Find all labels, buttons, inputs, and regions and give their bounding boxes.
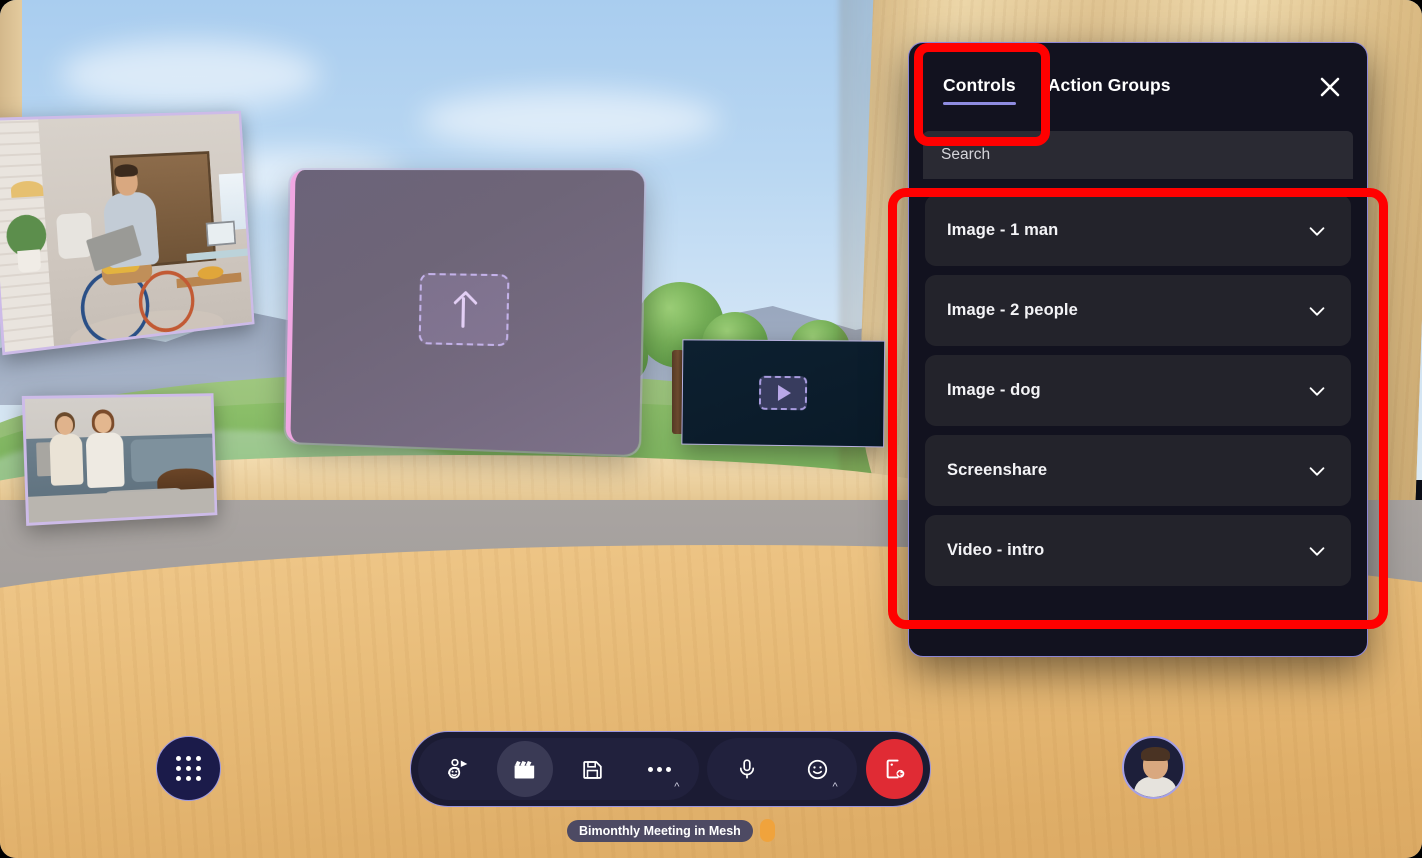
photo-monitor <box>205 220 237 247</box>
chevron-down-icon[interactable] <box>1306 540 1328 562</box>
chevron-down-icon[interactable] <box>1306 300 1328 322</box>
photo-pot <box>17 249 42 273</box>
chevron-down-icon[interactable] <box>1306 380 1328 402</box>
leave-call-icon <box>886 759 904 779</box>
photo-lamp <box>10 180 44 198</box>
more-options-button[interactable]: ^ <box>631 741 687 797</box>
apps-launcher-button[interactable] <box>156 736 221 801</box>
photo-chair <box>55 212 94 260</box>
scene-video-panel[interactable] <box>681 339 886 448</box>
list-item[interactable]: Video - intro <box>925 515 1351 586</box>
list-item-label: Image - dog <box>947 381 1041 399</box>
mesh-controls-panel: Controls Action Groups Search Image - 1 … <box>908 42 1368 657</box>
play-icon <box>777 384 791 402</box>
photo-person-head <box>56 415 74 436</box>
toolbar-group-primary: ^ <box>418 738 700 800</box>
toolbar-group-audio: ^ <box>707 738 858 800</box>
meeting-indicator-badge <box>759 819 775 842</box>
photo-person-hair <box>113 163 139 178</box>
scene-upload-panel[interactable] <box>285 169 645 456</box>
list-item-label: Screenshare <box>947 461 1048 479</box>
list-item[interactable]: Screenshare <box>925 435 1351 506</box>
more-dots-icon <box>647 766 671 772</box>
clapperboard-icon <box>514 760 535 778</box>
save-floppy-icon <box>582 760 602 779</box>
tab-action-groups[interactable]: Action Groups <box>1032 65 1187 110</box>
list-item-label: Image - 1 man <box>947 221 1059 239</box>
controls-list: Image - 1 man Image - 2 people Image - d… <box>925 179 1351 586</box>
list-item-label: Image - 2 people <box>947 301 1078 319</box>
upload-arrow-icon <box>453 291 475 328</box>
chevron-up-icon: ^ <box>674 781 680 793</box>
chevron-up-icon: ^ <box>832 781 838 793</box>
list-item[interactable]: Image - dog <box>925 355 1351 426</box>
list-item[interactable]: Image - 2 people <box>925 275 1351 346</box>
reactions-button[interactable]: ^ <box>790 741 846 797</box>
photo-person-body <box>49 433 84 486</box>
leave-call-button[interactable] <box>866 739 923 799</box>
people-reactions-button[interactable] <box>430 741 486 797</box>
close-icon[interactable] <box>1315 72 1345 102</box>
list-item-label: Video - intro <box>947 541 1045 559</box>
scene-photo-two-people-dog[interactable] <box>21 393 218 526</box>
search-input-wrapper[interactable]: Search <box>923 131 1353 179</box>
avatar-hair <box>1141 747 1170 761</box>
cloud <box>60 40 320 110</box>
chevron-down-icon[interactable] <box>1306 220 1328 242</box>
panel-header: Controls Action Groups <box>909 43 1367 131</box>
cloud <box>420 90 720 150</box>
artifacts-button[interactable] <box>496 741 553 797</box>
search-input[interactable]: Search <box>941 146 990 164</box>
microphone-icon <box>739 759 754 779</box>
meeting-title: Bimonthly Meeting in Mesh <box>567 819 753 842</box>
save-button[interactable] <box>564 741 620 797</box>
microphone-button[interactable] <box>719 741 775 797</box>
upload-dropzone[interactable] <box>418 272 509 347</box>
avatar-body <box>1134 777 1177 797</box>
people-reactions-icon <box>447 758 467 779</box>
tab-controls-label: Controls <box>943 74 1016 95</box>
tab-action-groups-label: Action Groups <box>1047 74 1171 95</box>
video-placeholder[interactable] <box>758 375 807 411</box>
tab-controls[interactable]: Controls <box>927 65 1032 110</box>
grid-apps-icon <box>176 756 201 781</box>
list-item[interactable]: Image - 1 man <box>925 195 1351 266</box>
meeting-status-bar: Bimonthly Meeting in Mesh <box>567 819 775 842</box>
chevron-down-icon[interactable] <box>1306 460 1328 482</box>
emoji-smiley-icon <box>807 759 828 779</box>
scene-photo-man-wheelchair[interactable] <box>0 110 255 356</box>
avatar-button[interactable] <box>1122 736 1185 799</box>
meeting-toolbar: ^ ^ <box>410 731 931 807</box>
photo-person-head <box>94 413 112 434</box>
app-root: Controls Action Groups Search Image - 1 … <box>0 0 1422 858</box>
photo-person-body <box>85 432 125 489</box>
